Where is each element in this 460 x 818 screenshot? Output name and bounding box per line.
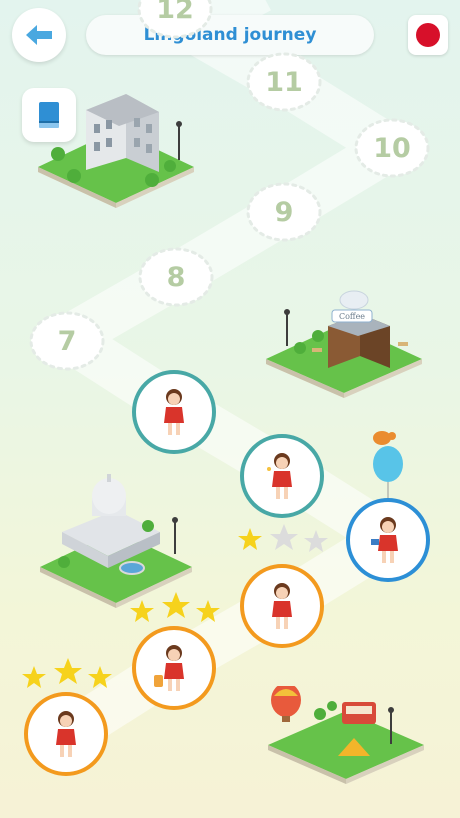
lesson-3-completed[interactable]: [240, 564, 324, 648]
lesson-5-teacher[interactable]: [240, 434, 324, 518]
star-filled-icon: [22, 666, 46, 688]
lesson-4-current[interactable]: [346, 498, 430, 582]
locked-lesson-11[interactable]: 11: [245, 51, 323, 113]
teacher-character-icon: [272, 583, 292, 629]
star-filled-icon: [162, 592, 190, 618]
city-building-island: [38, 94, 194, 208]
star-filled-icon: [54, 658, 82, 684]
teacher-character-icon: [371, 517, 398, 563]
locked-lesson-7[interactable]: 7: [28, 310, 106, 372]
lesson-6-teacher[interactable]: [132, 370, 216, 454]
star-filled-icon: [130, 600, 154, 622]
campground-island: [268, 686, 424, 784]
lesson-1-stars: [22, 658, 112, 688]
star-filled-icon: [238, 528, 262, 550]
lesson-2-stars: [130, 592, 220, 622]
page-title: Lingoland journey: [86, 15, 374, 55]
japan-flag-icon: [416, 23, 440, 47]
teacher-character-icon: [56, 711, 76, 757]
back-arrow-icon: [26, 25, 52, 45]
language-flag-button[interactable]: [408, 15, 448, 55]
star-empty-icon: [270, 524, 298, 550]
teacher-character-icon: [267, 453, 292, 499]
coffee-shop-island: Coffee: [266, 290, 422, 398]
star-filled-icon: [196, 600, 220, 622]
star-filled-icon: [88, 666, 112, 688]
capitol-island: [40, 474, 192, 608]
lesson-2-completed[interactable]: [132, 626, 216, 710]
teacher-character-icon: [164, 389, 184, 435]
teacher-traveler-character-icon: [154, 645, 184, 691]
locked-lesson-8[interactable]: 8: [137, 246, 215, 308]
lesson-1-completed[interactable]: [24, 692, 108, 776]
locked-lesson-10[interactable]: 10: [353, 117, 431, 179]
star-empty-icon: [304, 530, 328, 552]
coffee-sign: Coffee: [339, 312, 365, 321]
locked-lesson-9[interactable]: 9: [245, 181, 323, 243]
locked-lesson-12[interactable]: 12: [136, 0, 214, 40]
back-button[interactable]: [12, 8, 66, 62]
balloon-marker-icon: [373, 431, 403, 508]
lesson-3-stars: [238, 524, 328, 552]
